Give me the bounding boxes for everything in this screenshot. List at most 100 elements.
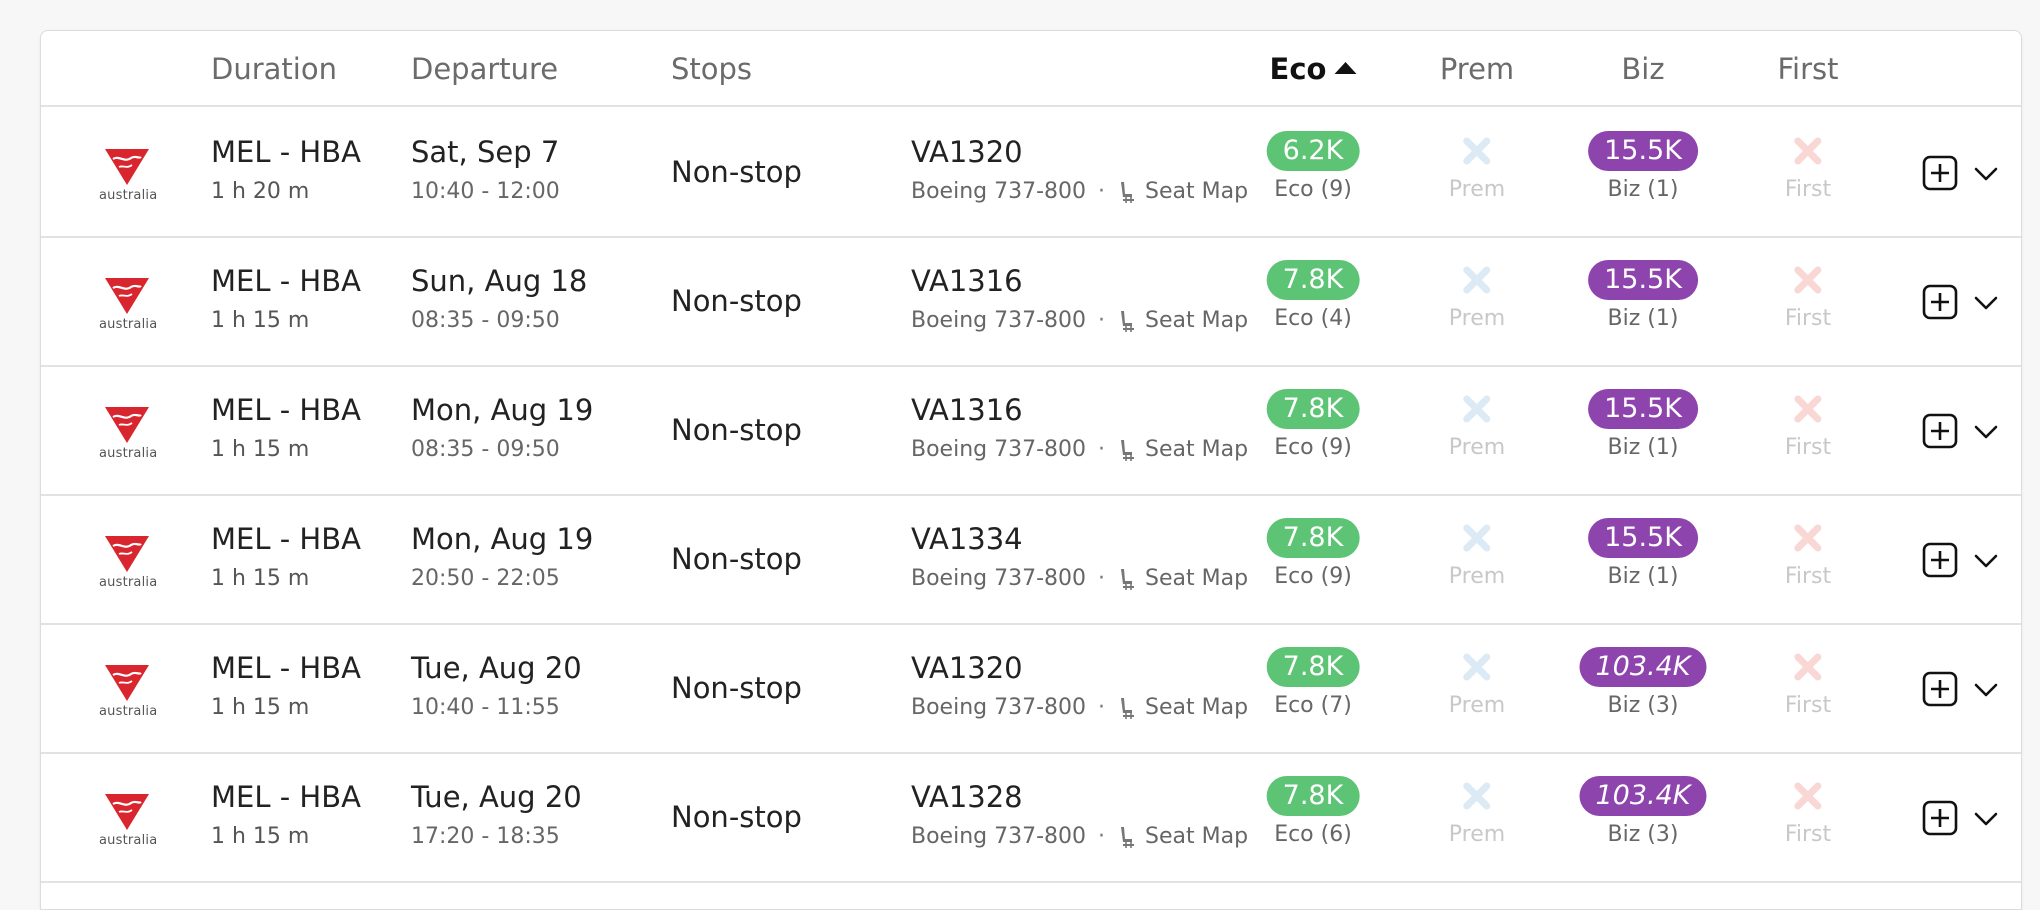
chevron-down-icon[interactable] [1973,548,1999,574]
virgin-australia-logo: australia [99,661,158,721]
departure-times: 10:40 - 12:00 [411,179,560,204]
chevron-down-icon[interactable] [1973,161,1999,187]
chevron-down-icon[interactable] [1973,290,1999,316]
chevron-down-icon[interactable] [1973,806,1999,832]
add-plus-icon[interactable] [1922,671,1958,707]
add-plus-icon[interactable] [1922,284,1958,320]
seat-icon [1121,310,1135,332]
first-label: First [1784,693,1832,718]
flight-row[interactable]: australia MEL - HBA 1 h 15 m Sun, Aug 18… [41,238,2021,367]
logo-wordmark: australia [99,317,158,332]
prem-fare: Prem [1449,131,1505,202]
eco-fare[interactable]: 7.8K Eco (9) [1266,518,1360,589]
eco-fare[interactable]: 7.8K Eco (9) [1266,389,1360,460]
prem-column-header[interactable]: Prem [1440,31,1514,107]
eco-column-header[interactable]: Eco [1270,31,1357,107]
biz-seats-label: Biz (1) [1607,177,1679,202]
eco-seats-label: Eco (7) [1274,693,1352,718]
duration-column-header[interactable]: Duration [211,31,337,107]
duration-text: 1 h 15 m [211,824,310,849]
aircraft-info: Boeing 737-800 · Seat Map [911,824,1248,849]
first-fare: First [1785,260,1831,331]
biz-price-pill: 15.5K [1588,389,1698,429]
seat-icon [1121,568,1135,590]
departure-date: Tue, Aug 20 [411,651,582,685]
duration-text: 1 h 15 m [211,308,310,333]
route-text: MEL - HBA [211,393,361,427]
eco-header-label: Eco [1269,52,1327,86]
seat-map-link[interactable]: Seat Map [1117,308,1248,333]
aircraft-type: Boeing 737-800 [911,824,1087,849]
stops-text: Non-stop [671,284,802,318]
seat-map-link[interactable]: Seat Map [1117,179,1248,204]
route-text: MEL - HBA [211,135,361,169]
add-plus-icon[interactable] [1922,155,1958,191]
first-fare: First [1785,518,1831,589]
prem-unavailable-icon [1463,266,1491,294]
stops-column-header[interactable]: Stops [671,31,752,107]
first-unavailable-icon [1794,653,1822,681]
stops-text: Non-stop [671,542,802,576]
flight-row[interactable]: australia MEL - HBA 1 h 15 m Tue, Aug 20… [41,625,2021,754]
eco-price-pill: 7.8K [1266,647,1360,687]
add-plus-icon[interactable] [1922,800,1958,836]
first-label: First [1784,435,1832,460]
flight-row[interactable]: australia MEL - HBA 1 h 20 m Sat, Sep 7 … [41,109,2021,238]
aircraft-info: Boeing 737-800 · Seat Map [911,437,1248,462]
first-unavailable-icon [1794,782,1822,810]
chevron-down-icon[interactable] [1973,419,1999,445]
duration-text: 1 h 20 m [211,179,310,204]
first-label: First [1784,564,1832,589]
add-plus-icon[interactable] [1922,542,1958,578]
departure-column-header[interactable]: Departure [411,31,558,107]
first-label: First [1784,177,1832,202]
flight-number: VA1316 [911,264,1023,298]
sort-ascending-icon [1334,62,1357,74]
biz-fare[interactable]: 103.4K Biz (3) [1579,647,1707,718]
prem-label: Prem [1448,435,1506,460]
eco-fare[interactable]: 7.8K Eco (4) [1266,260,1360,331]
first-fare: First [1785,647,1831,718]
biz-fare[interactable]: 15.5K Biz (1) [1588,260,1698,331]
logo-wordmark: australia [99,188,158,203]
biz-fare[interactable]: 15.5K Biz (1) [1588,518,1698,589]
biz-fare[interactable]: 103.4K Biz (3) [1579,776,1707,847]
departure-date: Mon, Aug 19 [411,522,594,556]
eco-fare[interactable]: 7.8K Eco (7) [1266,647,1360,718]
biz-column-header[interactable]: Biz [1621,31,1664,107]
logo-wordmark: australia [99,704,158,719]
seat-map-link[interactable]: Seat Map [1117,437,1248,462]
seat-map-label: Seat Map [1145,437,1249,462]
biz-fare[interactable]: 15.5K Biz (1) [1588,131,1698,202]
prem-unavailable-icon [1463,782,1491,810]
first-column-header[interactable]: First [1777,31,1838,107]
flight-row[interactable]: australia MEL - HBA 1 h 15 m Mon, Aug 19… [41,496,2021,625]
departure-times: 10:40 - 11:55 [411,695,560,720]
separator-dot: · [1098,308,1106,333]
seat-map-link[interactable]: Seat Map [1117,695,1248,720]
flight-number: VA1334 [911,522,1023,556]
prem-label: Prem [1448,177,1506,202]
chevron-down-icon[interactable] [1973,677,1999,703]
add-plus-icon[interactable] [1922,413,1958,449]
eco-seats-label: Eco (9) [1274,564,1352,589]
seat-map-link[interactable]: Seat Map [1117,824,1248,849]
seat-map-label: Seat Map [1145,179,1249,204]
biz-fare[interactable]: 15.5K Biz (1) [1588,389,1698,460]
first-unavailable-icon [1794,266,1822,294]
prem-fare: Prem [1449,389,1505,460]
seat-map-label: Seat Map [1145,824,1249,849]
first-fare: First [1785,131,1831,202]
flight-row[interactable]: australia MEL - HBA 1 h 15 m Mon, Aug 19… [41,367,2021,496]
prem-unavailable-icon [1463,653,1491,681]
eco-fare[interactable]: 7.8K Eco (6) [1266,776,1360,847]
biz-price-pill: 103.4K [1579,776,1707,816]
stops-text: Non-stop [671,671,802,705]
duration-text: 1 h 15 m [211,437,310,462]
flight-row[interactable]: australia MEL - HBA 1 h 15 m Tue, Aug 20… [41,754,2021,883]
eco-fare[interactable]: 6.2K Eco (9) [1266,131,1360,202]
stops-text: Non-stop [671,800,802,834]
seat-map-link[interactable]: Seat Map [1117,566,1248,591]
eco-seats-label: Eco (4) [1274,306,1352,331]
first-fare: First [1785,389,1831,460]
